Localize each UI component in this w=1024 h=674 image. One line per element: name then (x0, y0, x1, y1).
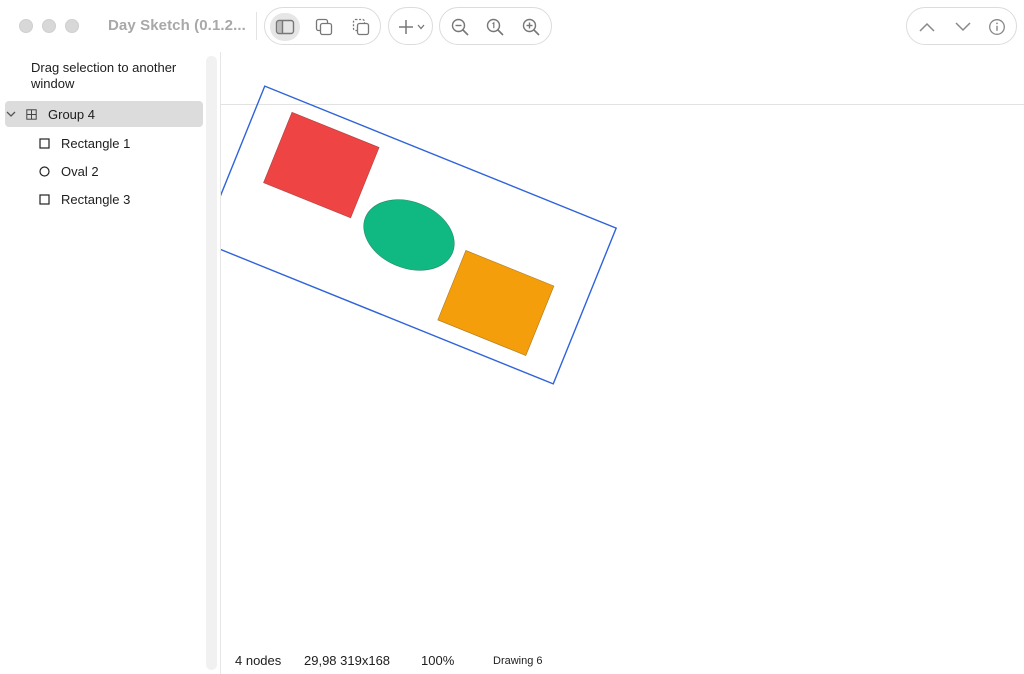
status-geometry: 29,98 319x168 (304, 653, 391, 668)
view-button-group (264, 7, 381, 45)
layer-label: Rectangle 1 (61, 136, 131, 151)
duplicate-button[interactable] (309, 13, 339, 41)
copy-icon (352, 18, 370, 36)
close-window-button[interactable] (19, 19, 33, 33)
plus-icon (399, 20, 413, 34)
layers-sidebar: Drag selection to another window Group 4 (0, 52, 220, 674)
layer-row-rectangle-3[interactable]: Rectangle 3 (5, 185, 203, 213)
zoom-actual-icon (486, 18, 504, 36)
title-divider (256, 12, 257, 40)
chevron-down-icon (417, 24, 425, 30)
status-document-name: Drawing 6 (493, 655, 543, 667)
chevron-up-icon (919, 22, 935, 32)
chevron-down-icon (955, 22, 971, 32)
inspector-button[interactable] (982, 13, 1012, 41)
actual-size-button[interactable] (480, 13, 510, 41)
oval-icon (39, 166, 50, 177)
layer-label: Group 4 (48, 107, 95, 122)
add-shape-menu[interactable] (392, 13, 430, 41)
layer-tree: Group 4 Rectangle 1 Oval 2 Rectangle 3 (5, 101, 203, 213)
disclosure-chevron-icon[interactable] (5, 108, 17, 120)
layer-row-oval-2[interactable]: Oval 2 (5, 157, 203, 185)
rectangle-1-shape[interactable] (263, 111, 380, 219)
layer-label: Rectangle 3 (61, 192, 131, 207)
toggle-sidebar-button[interactable] (270, 13, 300, 41)
oval-2-shape[interactable] (353, 187, 465, 283)
zoom-out-button[interactable] (445, 13, 475, 41)
layer-label: Oval 2 (61, 164, 99, 179)
rectangle-icon (39, 138, 50, 149)
info-icon (989, 19, 1005, 35)
group-4-shape[interactable] (221, 85, 618, 385)
window-title: Day Sketch (0.1.2... (108, 17, 246, 34)
zoom-in-button[interactable] (516, 13, 546, 41)
zoom-window-button[interactable] (65, 19, 79, 33)
rectangle-icon (39, 194, 50, 205)
layer-row-group-4[interactable]: Group 4 (5, 101, 203, 127)
select-previous-button[interactable] (912, 13, 942, 41)
zoom-out-icon (451, 18, 469, 36)
app-window: Day Sketch (0.1.2... Drag selection to a… (0, 0, 1024, 674)
duplicate-icon (315, 18, 333, 36)
minimize-window-button[interactable] (42, 19, 56, 33)
zoom-in-icon (522, 18, 540, 36)
drawing-canvas[interactable] (221, 52, 1024, 674)
zoom-button-group (439, 7, 552, 45)
copy-button[interactable] (346, 13, 376, 41)
drag-hint: Drag selection to another window (31, 60, 177, 91)
select-next-button[interactable] (948, 13, 978, 41)
status-zoom: 100% (421, 653, 455, 668)
rectangle-3-shape[interactable] (437, 250, 555, 356)
layer-row-rectangle-1[interactable]: Rectangle 1 (5, 129, 203, 157)
group-icon (26, 109, 37, 120)
sidebar-scrollbar[interactable] (206, 56, 217, 670)
drawing-svg[interactable] (221, 52, 1024, 674)
navigation-button-group (906, 7, 1017, 45)
add-shape-button[interactable] (388, 7, 433, 45)
toolbar: Day Sketch (0.1.2... (0, 0, 1024, 52)
sidebar-icon (275, 19, 295, 35)
status-node-count: 4 nodes (235, 653, 282, 668)
